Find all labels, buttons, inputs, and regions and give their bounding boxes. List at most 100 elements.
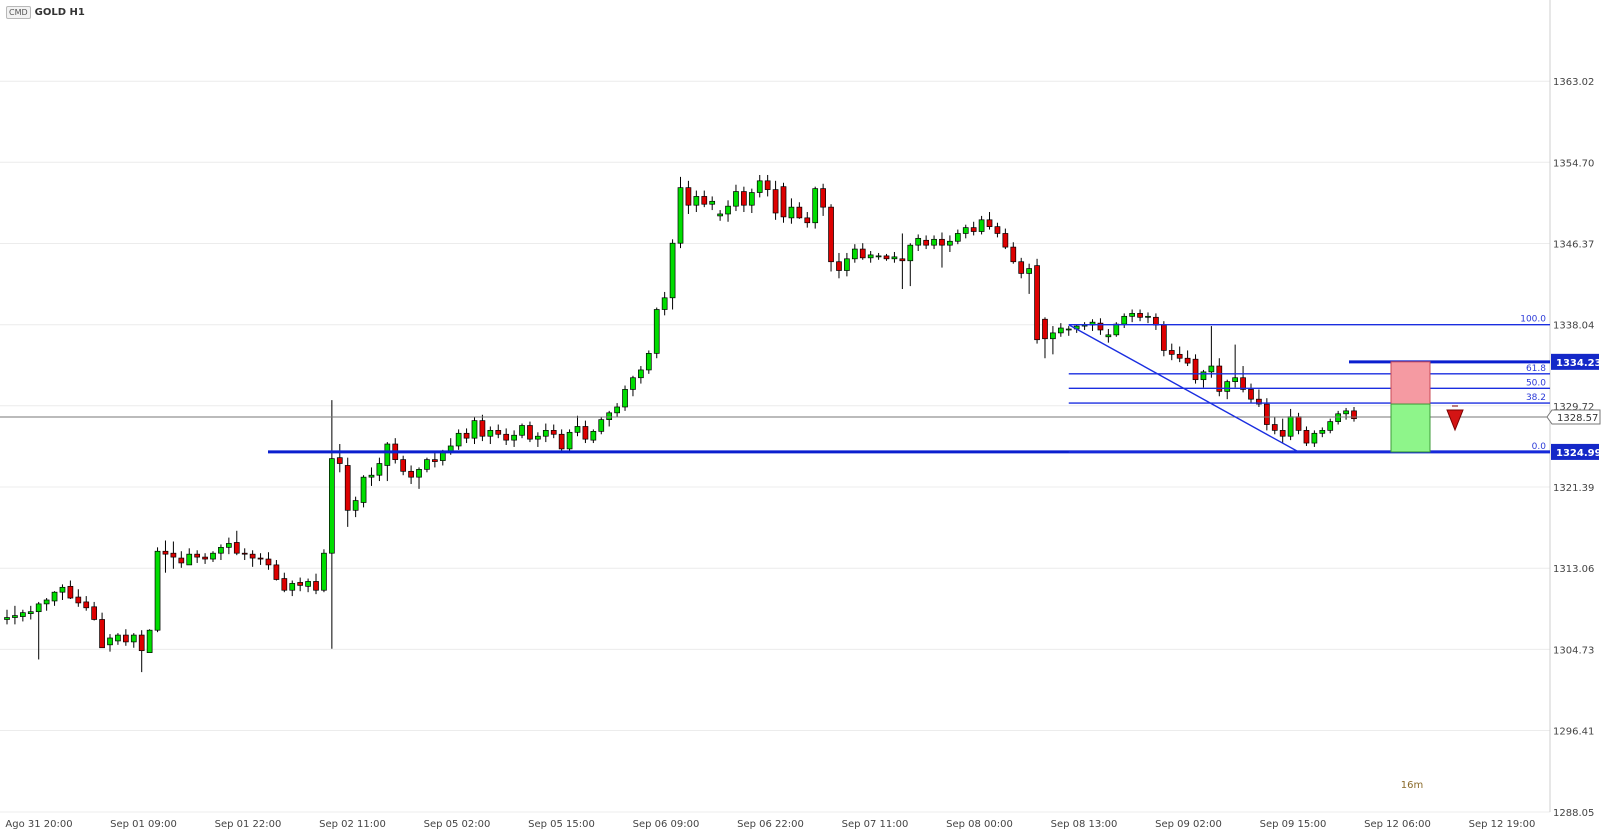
candle-bullish <box>606 412 613 420</box>
candle-bullish <box>978 219 985 232</box>
candle-bearish <box>123 634 129 643</box>
candle-bearish <box>202 556 208 560</box>
candle-bullish <box>115 634 121 642</box>
candle-bearish <box>939 238 945 246</box>
candle-bullish <box>891 256 898 260</box>
candle-bearish <box>527 425 533 440</box>
y-tick-label: 1354.70 <box>1553 158 1594 169</box>
candle-bullish <box>931 238 937 246</box>
candle-bearish <box>408 470 414 478</box>
x-tick-label: Sep 09 15:00 <box>1260 819 1327 830</box>
candle-bullish <box>384 443 391 466</box>
candle-bearish <box>1137 313 1143 318</box>
candle-bearish <box>1263 403 1270 425</box>
candle-bullish <box>59 586 66 593</box>
candle-bullish <box>574 426 581 433</box>
target-price-tag-value: 1334.23 <box>1556 358 1602 369</box>
candle-bearish <box>479 420 486 437</box>
candle-bearish <box>297 582 304 586</box>
candle-bullish <box>875 255 882 258</box>
y-tick-label: 1338.04 <box>1553 321 1594 332</box>
reward-zone <box>1390 403 1431 453</box>
candle-bearish <box>1010 246 1017 263</box>
candle-bullish <box>43 599 50 605</box>
candle-bearish <box>1279 430 1286 437</box>
y-tick-label: 1296.41 <box>1553 727 1594 738</box>
candle-bullish <box>717 213 723 217</box>
x-tick-label: Sep 01 22:00 <box>215 819 282 830</box>
candle-bullish <box>1121 315 1128 325</box>
candle-bullish <box>27 611 34 614</box>
candle-bearish <box>836 261 842 271</box>
y-tick-label: 1363.02 <box>1553 77 1594 88</box>
candle-bearish <box>970 227 977 232</box>
y-tick-label: 1288.05 <box>1553 808 1594 819</box>
candle-bearish <box>91 606 98 620</box>
candle-bearish <box>194 553 201 558</box>
candle-bullish <box>1287 416 1294 437</box>
candle-bullish <box>487 430 494 437</box>
candle-bearish <box>233 542 240 554</box>
candle-bearish <box>241 552 248 555</box>
candle-bullish <box>622 389 628 408</box>
candle-bearish <box>1295 416 1302 431</box>
support-price-tag-value: 1324.99 <box>1556 448 1602 459</box>
candle-bearish <box>1271 424 1278 431</box>
candle-bullish <box>1232 377 1238 382</box>
symbol-title: GOLD H1 <box>34 7 85 18</box>
candle-bullish <box>590 430 597 441</box>
candle-bearish <box>400 459 407 472</box>
x-tick-label: Sep 02 11:00 <box>319 819 386 830</box>
candle-bullish <box>4 617 10 620</box>
candle-bearish <box>1002 233 1009 248</box>
candle-bullish <box>12 615 18 618</box>
x-tick-label: Sep 05 15:00 <box>528 819 595 830</box>
candle-bullish <box>130 634 137 643</box>
candle-bullish <box>455 432 462 447</box>
candle-bullish <box>756 180 763 193</box>
candle-bullish <box>329 458 335 554</box>
candle-bullish <box>788 206 795 219</box>
candle-bearish <box>772 189 779 214</box>
candle-bullish <box>638 369 644 379</box>
candle-bullish <box>352 500 359 511</box>
candle-bearish <box>257 557 264 560</box>
candle-bearish <box>1248 389 1254 400</box>
candle-bullish <box>1335 413 1342 422</box>
candle-bearish <box>828 206 834 263</box>
y-tick-label: 1313.06 <box>1553 564 1594 575</box>
candle-bearish <box>764 180 771 190</box>
candle-bearish <box>99 619 105 649</box>
fib-level-label: 50.0 <box>1526 378 1546 388</box>
candle-bullish <box>598 419 605 432</box>
candle-bearish <box>1184 357 1191 364</box>
candle-bearish <box>558 433 565 450</box>
candle-bullish <box>542 430 549 437</box>
candle-bullish <box>1026 268 1032 274</box>
candle-bearish <box>273 564 280 580</box>
candle-bullish <box>1050 332 1056 340</box>
candle-bullish <box>566 431 573 450</box>
candle-bullish <box>146 629 153 653</box>
y-tick-label: 1321.39 <box>1553 483 1594 494</box>
candle-bullish <box>360 476 367 503</box>
candle-bearish <box>265 558 272 566</box>
candle-bearish <box>804 217 811 224</box>
x-tick-label: Sep 08 00:00 <box>946 819 1013 830</box>
candle-bullish <box>669 242 676 299</box>
candle-bullish <box>376 463 383 476</box>
candle-bearish <box>820 188 826 208</box>
candle-bullish <box>471 420 478 439</box>
candle-bearish <box>701 196 708 205</box>
candle-bearish <box>899 258 906 262</box>
fib-level-label: 0.0 <box>1532 442 1547 452</box>
candle-bullish <box>218 546 224 554</box>
candle-bullish <box>653 309 660 354</box>
candle-bullish <box>1327 421 1334 431</box>
chart-canvas: 1363.021354.701346.371338.041329.721321.… <box>0 0 1602 830</box>
candle-bullish <box>305 581 311 587</box>
candle-bullish <box>1200 371 1207 381</box>
candle-bullish <box>107 637 113 646</box>
candle-bearish <box>1303 430 1310 444</box>
x-tick-label: Sep 01 09:00 <box>110 819 177 830</box>
